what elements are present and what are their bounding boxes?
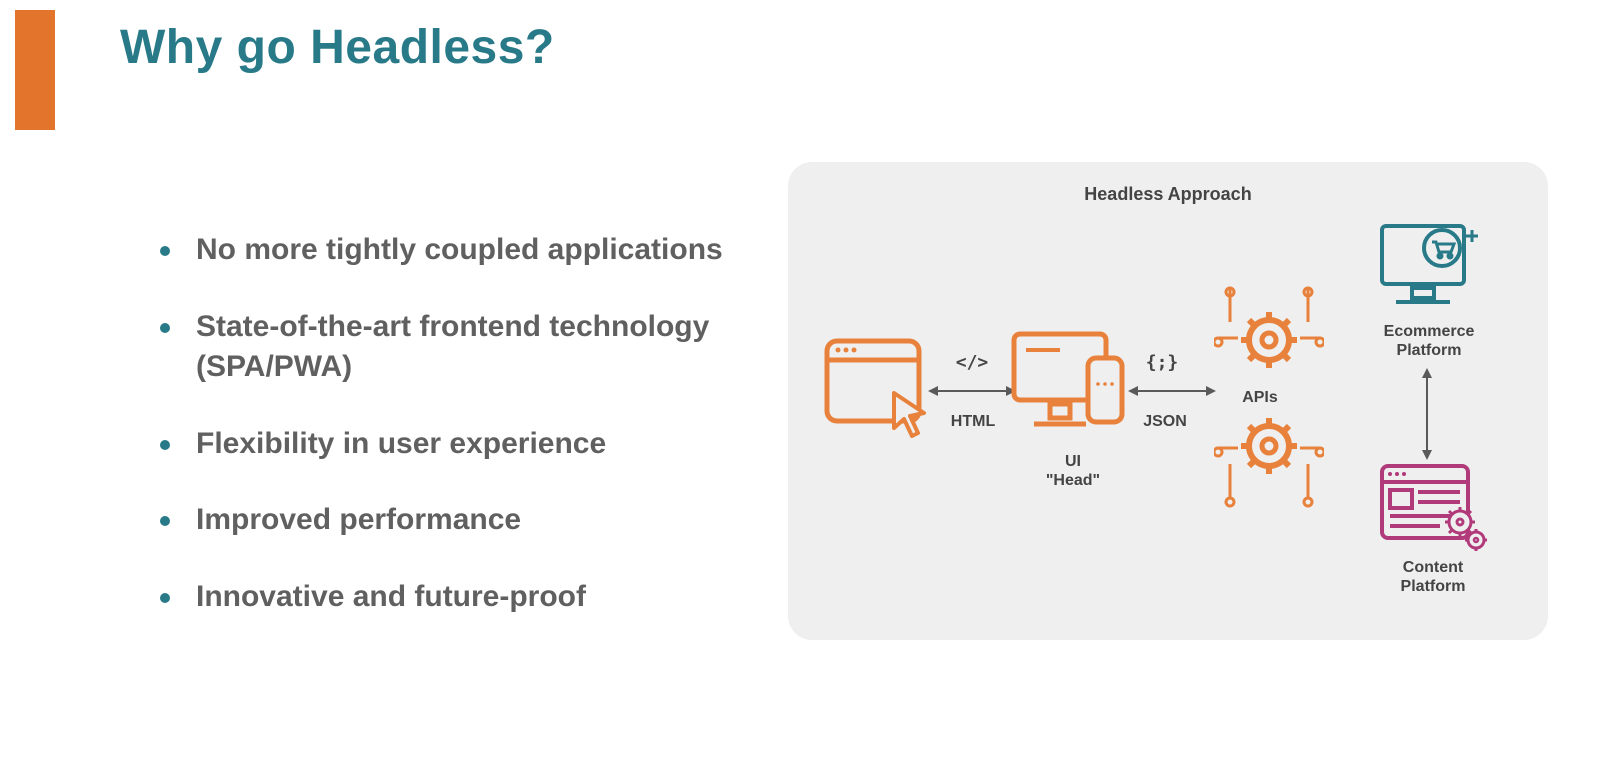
bullet-text: Improved performance [196,500,521,541]
bullet-list: No more tightly coupled applications Sta… [160,230,740,653]
ecommerce-platform-label: Ecommerce Platform [1364,322,1494,360]
bullet-dot-icon [160,246,170,256]
bullet-dot-icon [160,593,170,603]
diagram-title: Headless Approach [788,184,1548,205]
slide-title: Why go Headless? [120,20,555,75]
json-label: JSON [1130,412,1200,431]
bullet-dot-icon [160,440,170,450]
bullet-dot-icon [160,516,170,526]
bidirectional-arrow-vertical-icon [1420,368,1434,465]
browser-cursor-icon [824,338,934,443]
bullet-text: State-of-the-art frontend technology (SP… [196,307,740,388]
ui-head-label: UI "Head" [1028,452,1118,490]
list-item: Innovative and future-proof [160,577,740,618]
list-item: Improved performance [160,500,740,541]
ecommerce-platform-icon [1378,216,1483,316]
html-label: HTML [938,412,1008,431]
bidirectional-arrow-icon [1128,384,1216,403]
list-item: Flexibility in user experience [160,424,740,465]
ui-head-devices-icon [1010,330,1130,445]
bidirectional-arrow-icon [928,384,1016,403]
code-glyph-icon: </> [952,352,992,373]
bullet-dot-icon [160,323,170,333]
bullet-text: Flexibility in user experience [196,424,606,465]
list-item: No more tightly coupled applications [160,230,740,271]
content-platform-label: Content Platform [1378,558,1488,596]
apis-label: APIs [1230,388,1290,407]
json-glyph-icon: {;} [1140,352,1184,373]
bullet-text: Innovative and future-proof [196,577,586,618]
bullet-text: No more tightly coupled applications [196,230,723,271]
content-platform-icon [1378,462,1488,559]
accent-bar [15,10,55,130]
list-item: State-of-the-art frontend technology (SP… [160,307,740,388]
diagram-panel: Headless Approach </> HTML [788,162,1548,640]
